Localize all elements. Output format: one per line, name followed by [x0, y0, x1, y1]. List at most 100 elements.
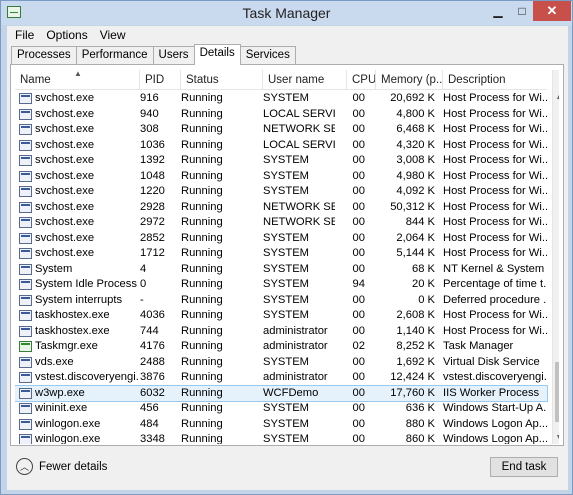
cell-name: vds.exe	[35, 355, 74, 368]
column-header-pid[interactable]: PID	[140, 70, 181, 90]
cell-description: Host Process for Wi...	[443, 169, 547, 182]
tab-details[interactable]: Details	[193, 44, 241, 65]
end-task-button[interactable]: End task	[490, 457, 558, 477]
tab-users[interactable]: Users	[152, 46, 195, 65]
cell-pid: 2488	[140, 355, 165, 368]
cell-cpu: 00	[352, 324, 365, 337]
cell-status: Running	[181, 107, 223, 120]
column-header-cpu[interactable]: CPU	[347, 70, 376, 90]
cell-cpu: 00	[352, 92, 365, 104]
cell-description: Deferred procedure ...	[443, 293, 547, 306]
cell-name: svchost.exe	[35, 185, 95, 197]
footer: ︿ Fewer details End task	[7, 450, 568, 490]
table-row[interactable]: taskhostex.exe 744 Running administrator 00 1…	[15, 324, 547, 340]
cell-status: Running	[181, 185, 223, 197]
cell-user-name: SYSTEM	[263, 278, 310, 290]
cell-memory: 20 K	[411, 278, 435, 290]
cell-memory: 3,008 K	[396, 154, 435, 166]
table-row[interactable]: svchost.exe 1392 Running SYSTEM 00 3,008 K Hos…	[15, 153, 547, 169]
fewer-details-button[interactable]: ︿ Fewer details	[16, 458, 107, 475]
vertical-scrollbar[interactable]: ▲ ▼	[552, 70, 559, 444]
menu-view[interactable]: View	[100, 28, 126, 44]
table-row[interactable]: svchost.exe 940 Running LOCAL SERVICE 00 4,80…	[15, 107, 547, 123]
cell-name: svchost.exe	[35, 154, 95, 166]
cell-status: Running	[181, 309, 223, 321]
table-row[interactable]: Taskmgr.exe 4176 Running administrator 02 8,2…	[15, 339, 547, 355]
table-row[interactable]: svchost.exe 1712 Running SYSTEM 00 5,144 K Hos…	[15, 246, 547, 262]
cell-pid: -	[140, 293, 144, 306]
table-row[interactable]: winlogon.exe 3348 Running SYSTEM 00 860 K Wind…	[15, 432, 547, 444]
cell-cpu: 00	[352, 123, 365, 135]
menu-options[interactable]: Options	[46, 28, 87, 44]
cell-description: Windows Logon Ap...	[443, 417, 547, 430]
title-bar[interactable]: Task Manager ▁ □ ✕	[1, 1, 572, 25]
cell-user-name: SYSTEM	[263, 309, 310, 321]
cell-cpu: 00	[352, 355, 365, 368]
table-row[interactable]: svchost.exe 916 Running SYSTEM 00 20,692 K Hos…	[15, 91, 547, 107]
table-row[interactable]: wininit.exe 456 Running SYSTEM 00 636 K Window…	[15, 401, 547, 417]
table-row[interactable]: svchost.exe 2852 Running SYSTEM 00 2,064 K Hos…	[15, 231, 547, 247]
cell-cpu: 00	[352, 169, 365, 182]
minimize-button[interactable]: ▁	[485, 1, 511, 21]
tab-services[interactable]: Services	[239, 46, 296, 65]
table-row[interactable]: winlogon.exe 484 Running SYSTEM 00 880 K Windo…	[15, 417, 547, 433]
tab-processes[interactable]: Processes	[11, 46, 77, 65]
table-row[interactable]: System interrupts - Running SYSTEM 00 0 K Defe…	[15, 293, 547, 309]
table-row[interactable]: svchost.exe 2928 Running NETWORK SE... 00 50,…	[15, 200, 547, 216]
cell-pid: 4	[140, 262, 147, 275]
process-icon	[19, 170, 32, 182]
column-header-user-name[interactable]: User name	[263, 70, 347, 90]
cell-user-name: LOCAL SERVICE	[263, 138, 335, 151]
cell-description: Host Process for Wi...	[443, 123, 547, 135]
process-icon	[19, 356, 32, 368]
process-icon	[19, 325, 32, 337]
maximize-button[interactable]: □	[509, 1, 535, 21]
column-header-status[interactable]: Status	[181, 70, 263, 90]
tab-performance[interactable]: Performance	[75, 46, 154, 65]
table-row[interactable]: svchost.exe 1220 Running SYSTEM 00 4,092 K Hos…	[15, 184, 547, 200]
cell-name: winlogon.exe	[35, 433, 101, 444]
process-icon	[19, 263, 32, 275]
cell-name: System Idle Process	[35, 278, 137, 290]
scrollbar-thumb[interactable]	[555, 362, 559, 422]
table-row[interactable]: vstest.discoveryengi... 3876 Running admini…	[15, 370, 547, 386]
cell-memory: 5,144 K	[396, 247, 435, 259]
cell-name: winlogon.exe	[35, 417, 101, 430]
cell-name: taskhostex.exe	[35, 309, 110, 321]
column-header-name[interactable]: Name ▲	[15, 70, 140, 90]
table-row[interactable]: svchost.exe 1036 Running LOCAL SERVICE 00 4,3…	[15, 138, 547, 154]
table-row[interactable]: svchost.exe 2972 Running NETWORK SE... 00 844…	[15, 215, 547, 231]
cell-cpu: 00	[352, 200, 365, 213]
cell-memory: 50,312 K	[390, 200, 435, 213]
table-row[interactable]: System 4 Running SYSTEM 00 68 K NT Kernel & Sy…	[15, 262, 547, 278]
cell-cpu: 00	[352, 402, 365, 414]
cell-pid: 1048	[140, 169, 165, 182]
table-row[interactable]: svchost.exe 1048 Running SYSTEM 00 4,980 K Hos…	[15, 169, 547, 185]
cell-cpu: 00	[352, 247, 365, 259]
cell-memory: 4,092 K	[396, 185, 435, 197]
menu-file[interactable]: File	[15, 28, 34, 44]
cell-pid: 3348	[140, 433, 165, 444]
cell-name: System interrupts	[35, 293, 123, 306]
cell-cpu: 00	[352, 185, 365, 197]
scroll-up-icon[interactable]: ▲	[553, 92, 559, 104]
cell-status: Running	[181, 371, 223, 383]
table-row[interactable]: vds.exe 2488 Running SYSTEM 00 1,692 K Virtual…	[15, 355, 547, 371]
scroll-down-icon[interactable]: ▼	[553, 432, 559, 444]
table-row[interactable]: System Idle Process 0 Running SYSTEM 94 20 K P…	[15, 277, 547, 293]
cell-memory: 844 K	[405, 216, 435, 228]
cell-memory: 1,692 K	[396, 355, 435, 368]
table-row[interactable]: svchost.exe 308 Running NETWORK SE... 00 6,46…	[15, 122, 547, 138]
process-icon	[19, 201, 32, 213]
cell-description: Host Process for Wi...	[443, 92, 547, 104]
close-button[interactable]: ✕	[533, 1, 571, 21]
column-header-memory[interactable]: Memory (p...	[376, 70, 443, 90]
cell-memory: 880 K	[405, 417, 435, 430]
table-row[interactable]: taskhostex.exe 4036 Running SYSTEM 00 2,608 K…	[15, 308, 547, 324]
cell-cpu: 00	[352, 386, 365, 399]
process-icon	[19, 434, 32, 444]
cell-user-name: SYSTEM	[263, 262, 310, 275]
column-header-description[interactable]: Description	[443, 70, 547, 90]
cell-status: Running	[181, 247, 223, 259]
table-row[interactable]: w3wp.exe 6032 Running WCFDemo 00 17,760 K IIS …	[15, 384, 548, 402]
